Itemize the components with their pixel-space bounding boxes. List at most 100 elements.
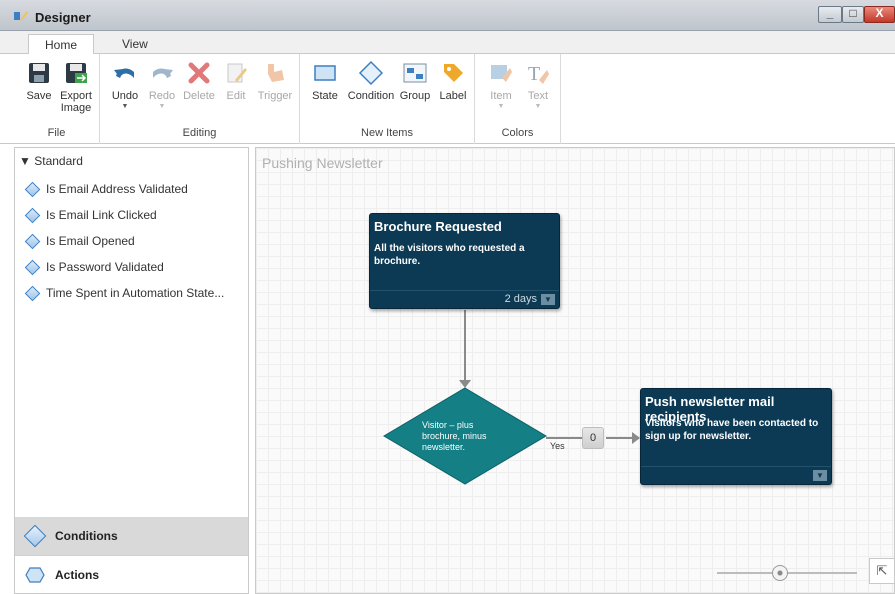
condition-icon (24, 181, 41, 197)
ribbon-group-editing: Undo ▼ Redo ▼ Delete Edit Trigger Editin… (100, 54, 300, 144)
export-image-icon (66, 63, 87, 83)
condition-item-label: Is Email Opened (46, 234, 135, 248)
condition-item-label: Is Password Validated (46, 260, 164, 274)
group-label-colors: Colors (501, 127, 534, 139)
minimize-button[interactable]: _ (818, 6, 842, 23)
expand-chevron-icon[interactable]: ▼ (813, 470, 827, 481)
text-color-label: Text (527, 90, 549, 102)
new-state-button[interactable]: State (308, 60, 342, 102)
condition-item[interactable]: Is Email Opened (23, 232, 135, 250)
zoom-slider-thumb[interactable] (772, 565, 788, 581)
save-icon (29, 63, 49, 83)
connector-lines (383, 310, 640, 485)
state-duration: 2 days (504, 293, 537, 305)
condition-item-label: Time Spent in Automation State... (46, 286, 225, 300)
item-color-button[interactable]: Item ▼ (485, 60, 517, 112)
expand-chevron-icon[interactable]: ▼ (541, 294, 555, 305)
save-label: Save (26, 90, 52, 102)
arrow-head-icon (632, 432, 640, 444)
state-label: State (312, 90, 338, 102)
export-image-button[interactable]: Export Image (56, 60, 96, 114)
condition-icon (24, 233, 41, 249)
tab-home[interactable]: Home (28, 34, 95, 55)
trigger-button[interactable]: Trigger (256, 60, 294, 102)
delete-button[interactable]: Delete (182, 60, 216, 102)
window-title: Designer (35, 10, 91, 25)
tab-view[interactable]: View (106, 34, 164, 55)
close-button[interactable]: X (864, 6, 895, 23)
collapse-triangle-icon[interactable]: ▼ (19, 154, 31, 168)
text-color-icon: T (528, 63, 549, 85)
state-icon (314, 65, 336, 81)
group-label-new-items: New Items (361, 127, 413, 139)
standard-section-label: Standard (34, 154, 83, 168)
conditions-icon (23, 524, 47, 548)
condition-icon (24, 207, 41, 223)
condition-item[interactable]: Is Password Validated (23, 258, 164, 276)
item-color-dropdown-icon[interactable]: ▼ (485, 102, 517, 112)
ribbon-tab-bar: Home View (0, 31, 895, 55)
conditions-tab[interactable]: Conditions (15, 517, 248, 555)
redo-button[interactable]: Redo ▼ (146, 60, 178, 112)
ribbon-group-new-items: State Condition Group Label New Items (300, 54, 475, 144)
minimize-icon: _ (826, 6, 834, 20)
group-label-file: File (47, 127, 66, 139)
ribbon-group-file: Save Export Image File (14, 54, 100, 144)
condition-item[interactable]: Is Email Address Validated (23, 180, 188, 198)
ribbon: Save Export Image File Undo ▼ Redo ▼ Del… (0, 54, 895, 144)
state-description: Visitors who have been contacted to sign… (645, 418, 819, 442)
maximize-button[interactable]: □ (842, 6, 864, 23)
condition-item-label: Is Email Address Validated (46, 182, 188, 196)
undo-dropdown-icon[interactable]: ▼ (108, 102, 142, 112)
conditions-tab-label: Conditions (55, 529, 118, 543)
state-footer (641, 466, 831, 484)
actions-icon (25, 566, 45, 583)
text-color-dropdown-icon[interactable]: ▼ (523, 102, 553, 112)
condition-icon (358, 60, 384, 86)
decision-label[interactable]: Visitor – plus brochure, minus newslette… (422, 420, 512, 453)
condition-item[interactable]: Time Spent in Automation State... (23, 284, 224, 302)
maximize-icon: □ (849, 6, 857, 20)
save-button[interactable]: Save (22, 60, 56, 102)
trigger-icon (268, 64, 284, 82)
ribbon-group-colors: Item ▼ T Text ▼ Colors (475, 54, 561, 144)
undo-button[interactable]: Undo ▼ (108, 60, 142, 112)
item-color-icon (491, 65, 512, 82)
export-image-label: Export Image (60, 90, 92, 114)
fit-to-screen-button[interactable]: ⇱ (869, 558, 894, 584)
new-label-button[interactable]: Label (436, 60, 470, 102)
designer-app-icon (14, 11, 28, 21)
undo-label: Undo (111, 90, 139, 102)
edit-button[interactable]: Edit (222, 60, 250, 102)
design-canvas[interactable]: Pushing Newsletter Brochure Requested Al… (255, 147, 895, 594)
close-icon: X (875, 6, 884, 20)
state-node-push-newsletter[interactable]: Push newsletter mail recipients Visitors… (640, 388, 832, 485)
actions-tab[interactable]: Actions (15, 555, 248, 593)
new-group-button[interactable]: Group (398, 60, 432, 102)
visitor-count-badge[interactable]: 0 (582, 427, 604, 449)
delete-label: Delete (183, 90, 215, 102)
actions-tab-label: Actions (55, 567, 100, 582)
condition-label: Condition (347, 90, 395, 102)
group-label-editing: Editing (182, 127, 217, 139)
condition-icon (24, 259, 41, 275)
condition-icon (24, 285, 41, 301)
state-node-brochure-requested[interactable]: Brochure Requested All the visitors who … (369, 213, 560, 309)
condition-item-label: Is Email Link Clicked (46, 208, 157, 222)
redo-icon (153, 68, 173, 78)
edit-icon (227, 63, 247, 83)
yes-branch-label: Yes (550, 441, 565, 451)
arrow-head-icon (459, 380, 471, 388)
undo-icon (114, 68, 134, 78)
standard-section-header[interactable]: ▼ Standard (19, 154, 83, 168)
trigger-label: Trigger (257, 90, 293, 102)
condition-item[interactable]: Is Email Link Clicked (23, 206, 157, 224)
redo-dropdown-icon[interactable]: ▼ (146, 102, 178, 112)
group-label: Group (399, 90, 431, 102)
conditions-panel: ▼ Standard Is Email Address Validated Is… (14, 147, 249, 594)
text-color-button[interactable]: T Text ▼ (523, 60, 553, 112)
svg-text:T: T (528, 63, 540, 85)
state-title: Brochure Requested (374, 219, 502, 234)
state-description: All the visitors who requested a brochur… (374, 243, 525, 267)
new-condition-button[interactable]: Condition (346, 60, 396, 102)
